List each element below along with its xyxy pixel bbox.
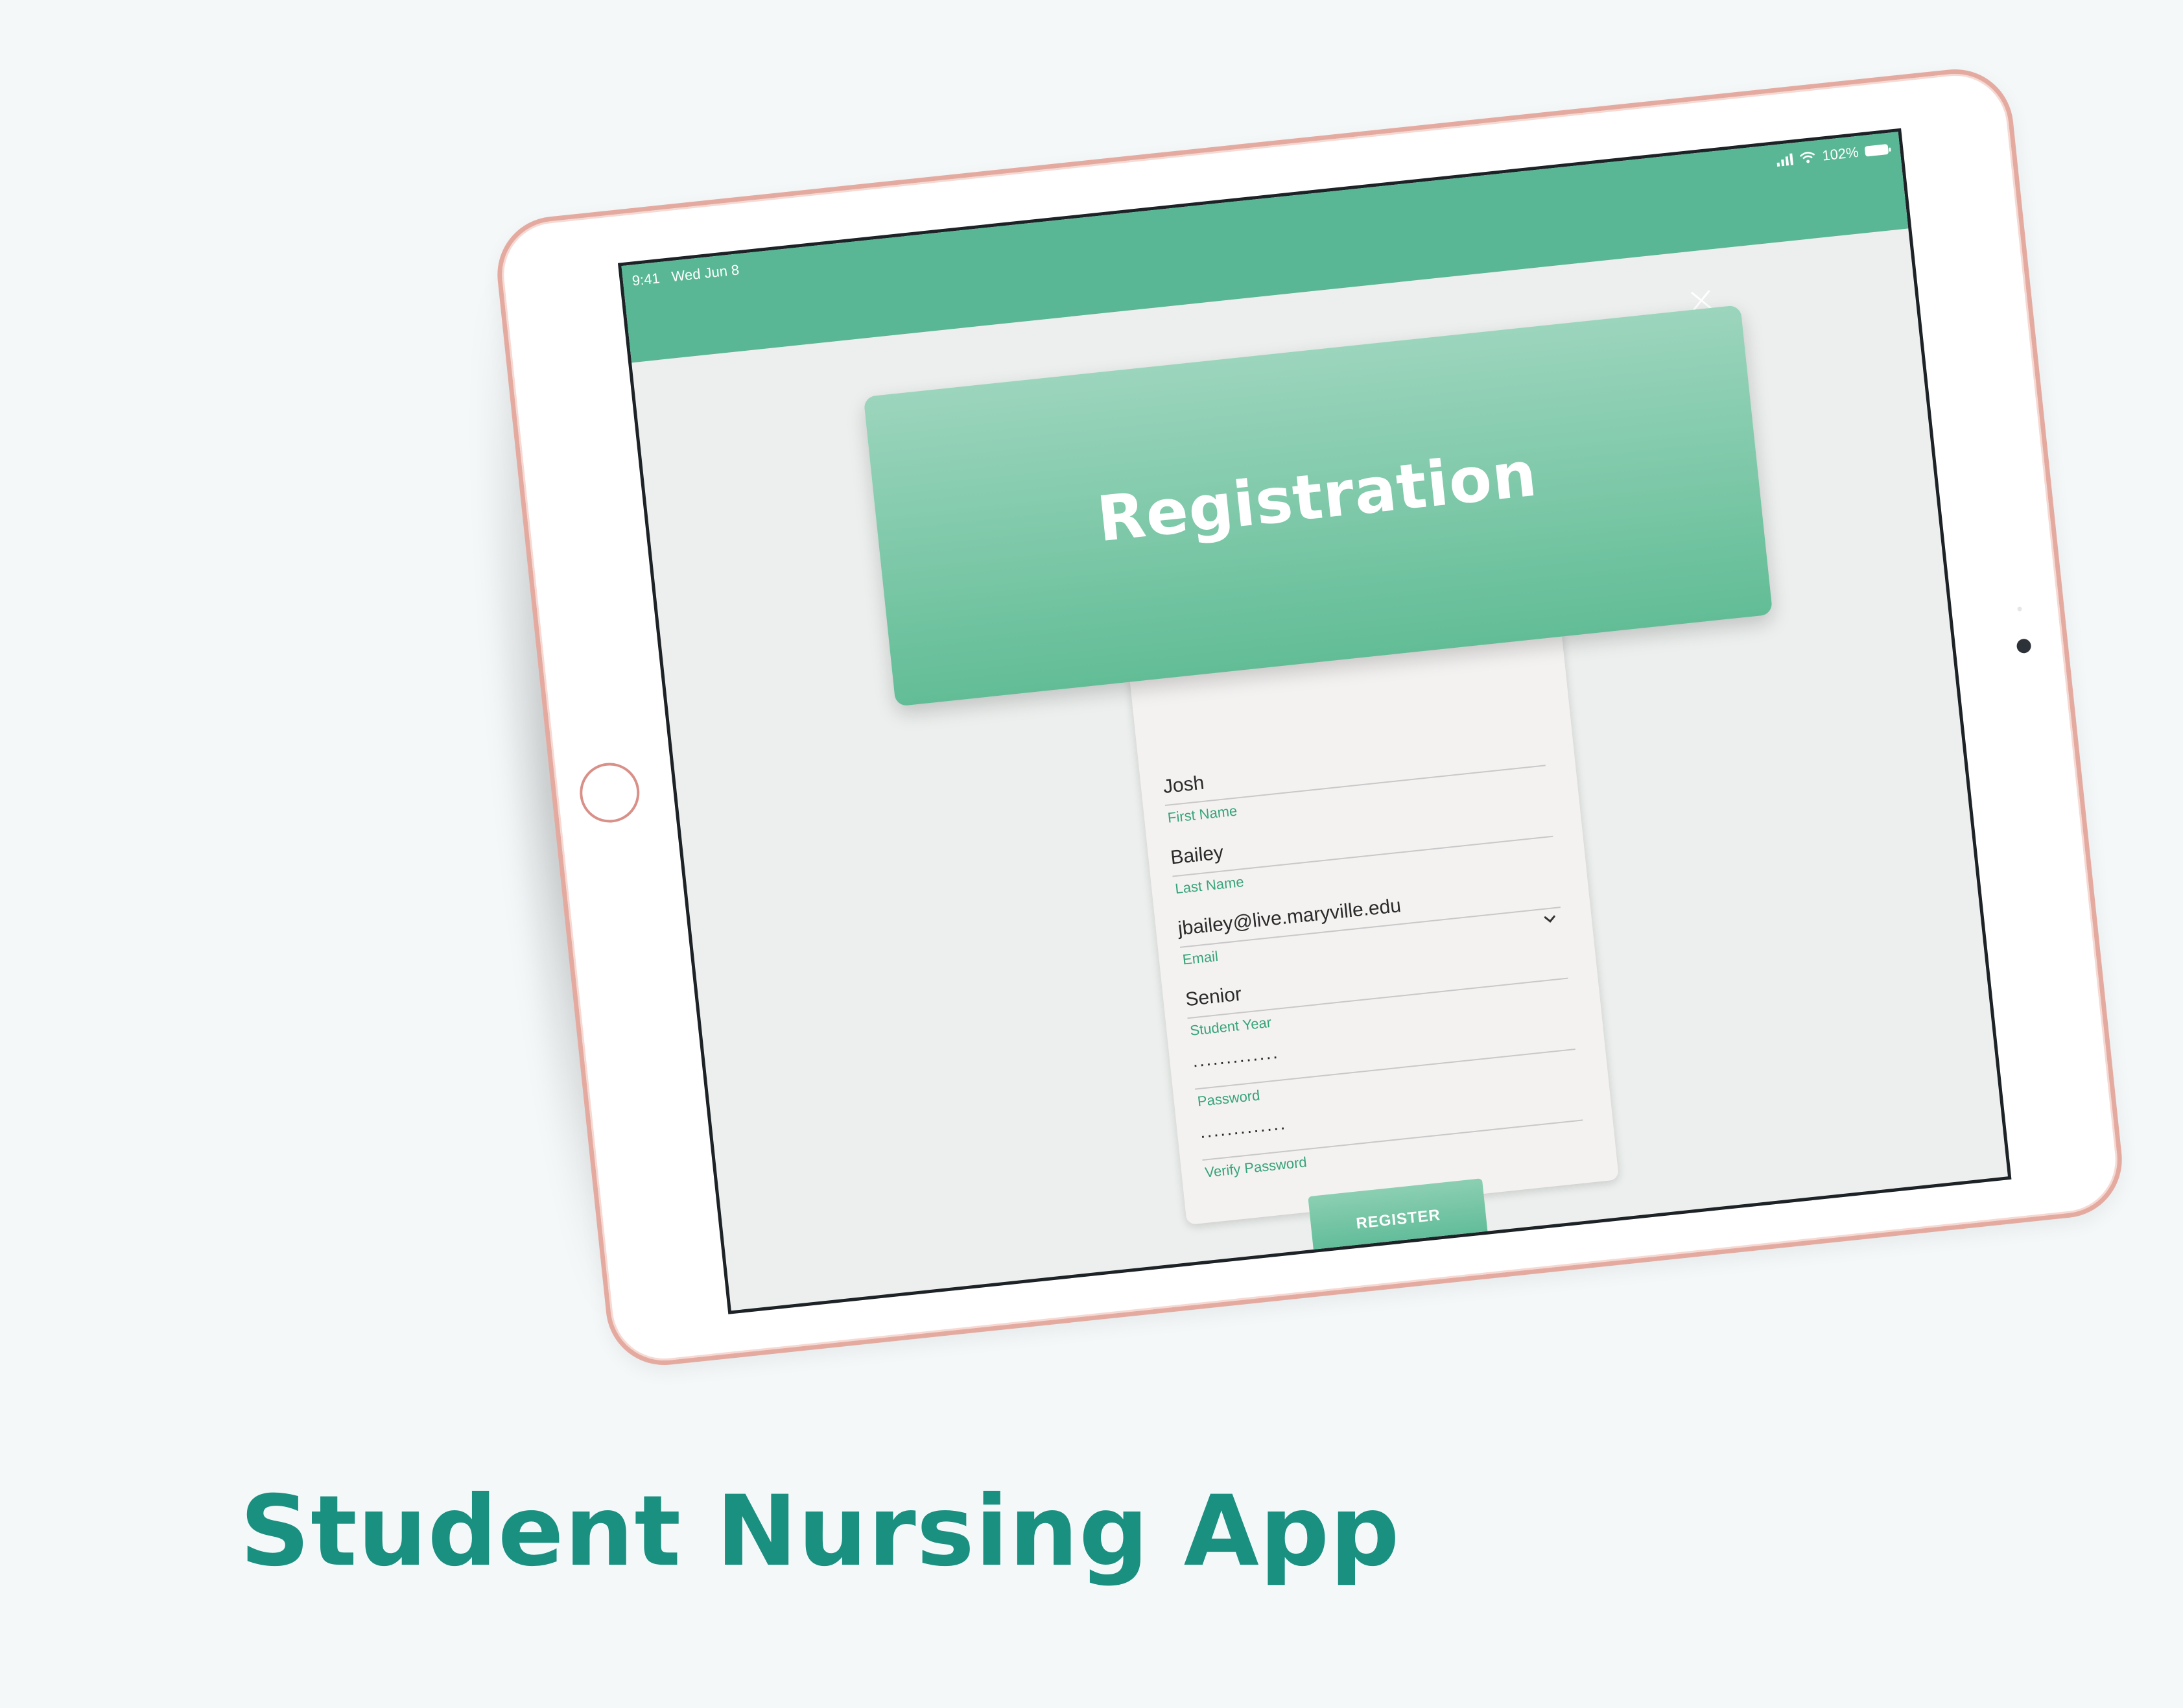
student-year-label: Student Year bbox=[1189, 1014, 1273, 1039]
student-year-value[interactable]: Senior bbox=[1185, 983, 1243, 1011]
register-button[interactable]: REGISTER bbox=[1308, 1178, 1489, 1261]
status-indicators: 102% bbox=[1776, 141, 1889, 169]
first-name-label: First Name bbox=[1166, 802, 1238, 826]
status-date-value: Wed Jun 8 bbox=[670, 261, 740, 285]
field-underline bbox=[1187, 977, 1568, 1019]
screen: 9:41 Wed Jun 8 102% Josh First Name Bail… bbox=[617, 128, 2012, 1314]
first-name-input[interactable]: Josh bbox=[1162, 772, 1205, 798]
home-button[interactable] bbox=[576, 759, 643, 826]
tablet-body: 9:41 Wed Jun 8 102% Josh First Name Bail… bbox=[491, 64, 2128, 1371]
sensor-dot bbox=[2017, 606, 2022, 611]
password-input[interactable]: ············· bbox=[1191, 1046, 1280, 1076]
camera-icon bbox=[2016, 638, 2032, 654]
last-name-label: Last Name bbox=[1174, 873, 1245, 897]
field-underline bbox=[1172, 835, 1553, 877]
field-underline bbox=[1164, 765, 1546, 807]
tablet-device: 9:41 Wed Jun 8 102% Josh First Name Bail… bbox=[451, 64, 2128, 1371]
signal-icon bbox=[1776, 153, 1793, 167]
status-time: 9:41 Wed Jun 8 bbox=[631, 261, 740, 289]
email-label: Email bbox=[1181, 947, 1220, 968]
registration-form-card: Josh First Name Bailey Last Name jbailey… bbox=[1128, 623, 1620, 1261]
battery-icon bbox=[1864, 143, 1889, 157]
chevron-down-icon[interactable] bbox=[1541, 911, 1558, 928]
registration-header-card: Registration bbox=[863, 305, 1773, 707]
password-label: Password bbox=[1196, 1087, 1261, 1110]
wifi-icon bbox=[1799, 152, 1815, 163]
last-name-input[interactable]: Bailey bbox=[1170, 842, 1225, 869]
registration-title: Registration bbox=[1094, 437, 1540, 556]
app-title: Student Nursing App bbox=[240, 1475, 1400, 1588]
stage: 9:41 Wed Jun 8 102% Josh First Name Bail… bbox=[0, 0, 2183, 1708]
verify-password-input[interactable]: ············· bbox=[1199, 1117, 1288, 1146]
status-time-value: 9:41 bbox=[631, 270, 661, 289]
battery-percent: 102% bbox=[1821, 143, 1859, 164]
